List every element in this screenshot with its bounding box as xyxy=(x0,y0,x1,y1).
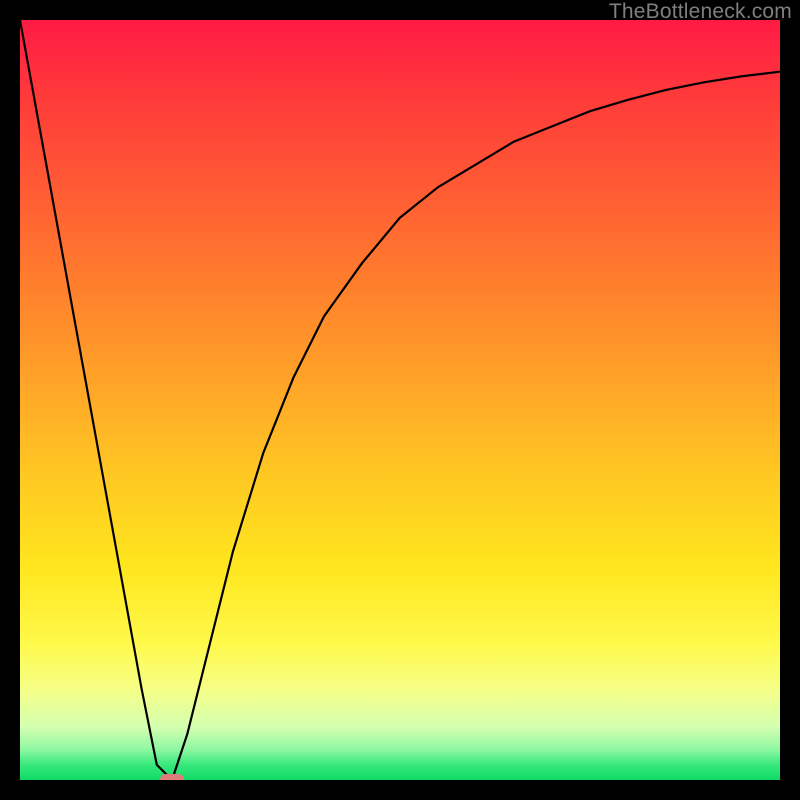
bottleneck-curve xyxy=(20,20,780,780)
plot-area xyxy=(20,20,780,780)
chart-frame: TheBottleneck.com xyxy=(0,0,800,800)
minimum-marker xyxy=(160,774,184,780)
